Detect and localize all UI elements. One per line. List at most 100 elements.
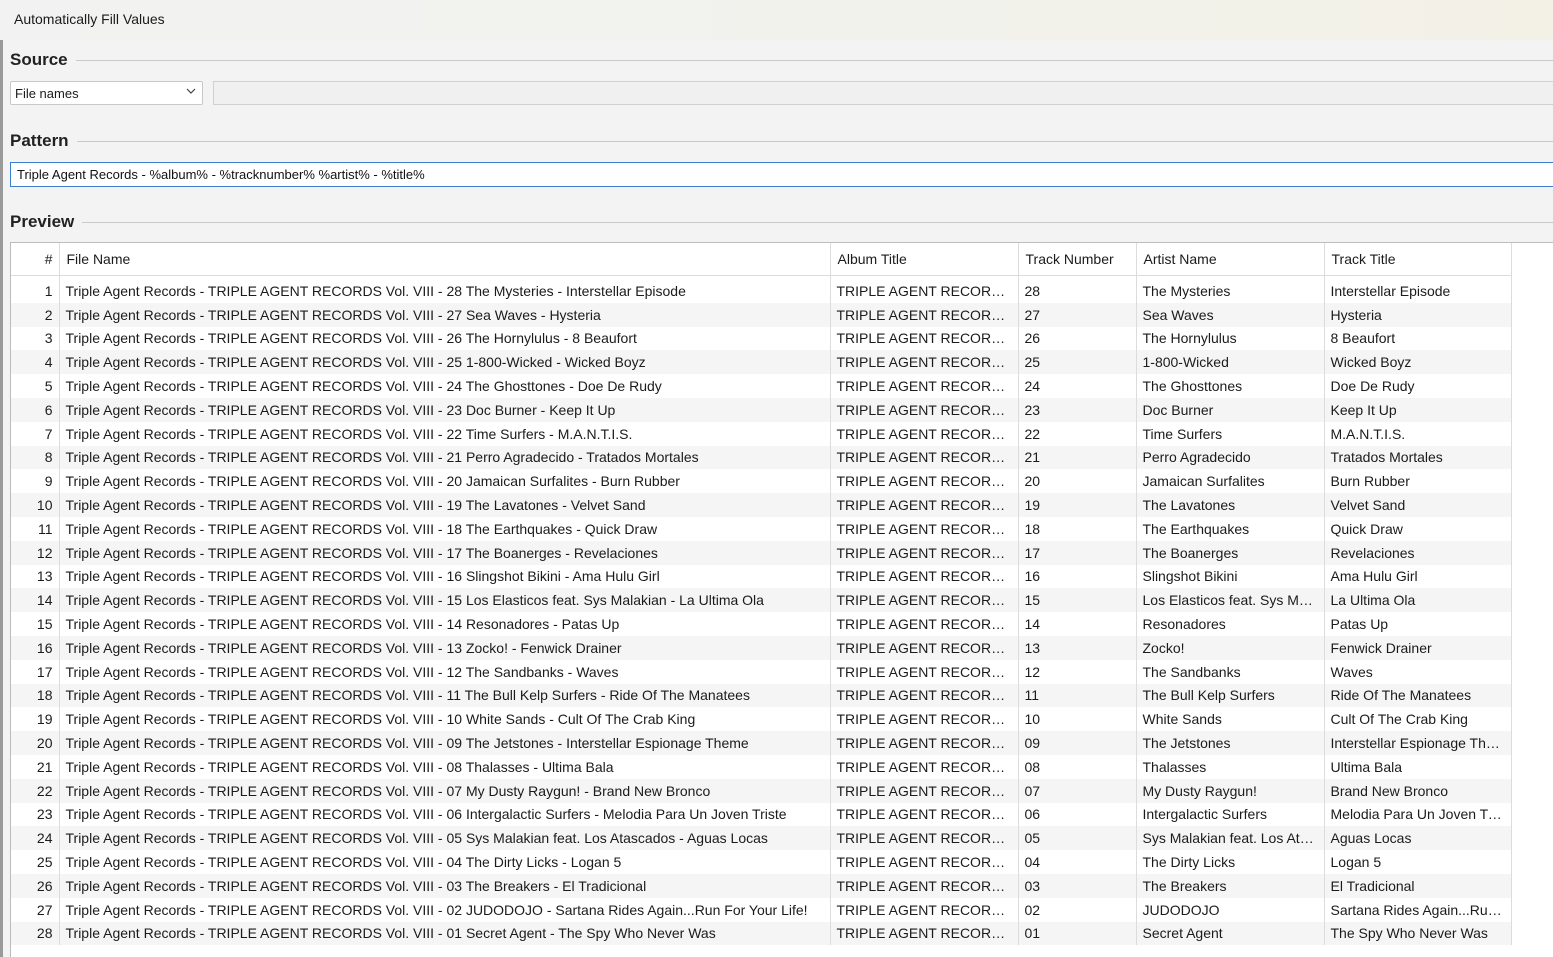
track-number-cell: 23 (1018, 397, 1137, 422)
table-row[interactable]: 26 Triple Agent Records - TRIPLE AGENT RE… (11, 873, 1512, 898)
file-name-cell: Triple Agent Records - TRIPLE AGENT RECO… (59, 921, 831, 946)
row-number-cell: 1 (11, 275, 60, 303)
album-title-cell: TRIPLE AGENT RECORDS Vol. VIII (830, 635, 1019, 660)
track-title-cell: Burn Rubber (1324, 469, 1512, 494)
column-header-track-title[interactable]: Track Title (1324, 243, 1512, 276)
file-name-cell: Triple Agent Records - TRIPLE AGENT RECO… (59, 826, 831, 851)
table-row[interactable]: 12 Triple Agent Records - TRIPLE AGENT RE… (11, 540, 1512, 565)
track-number-cell: 07 (1018, 778, 1137, 803)
row-number-cell: 22 (11, 778, 60, 803)
table-row[interactable]: 16 Triple Agent Records - TRIPLE AGENT RE… (11, 635, 1512, 660)
table-row[interactable]: 18 Triple Agent Records - TRIPLE AGENT RE… (11, 683, 1512, 708)
artist-name-cell: Resonadores (1136, 612, 1325, 636)
row-number-cell: 21 (11, 754, 60, 779)
source-field[interactable] (213, 81, 1553, 105)
table-row[interactable]: 15 Triple Agent Records - TRIPLE AGENT RE… (11, 612, 1512, 636)
row-number-cell: 15 (11, 612, 60, 636)
track-title-cell: Interstellar Espionage Theme (1324, 731, 1512, 755)
row-number-cell: 18 (11, 683, 60, 708)
window-title: Automatically Fill Values (14, 11, 165, 27)
table-row[interactable]: 1 Triple Agent Records - TRIPLE AGENT REC… (11, 275, 1512, 303)
file-name-cell: Triple Agent Records - TRIPLE AGENT RECO… (59, 350, 831, 375)
column-header-album-title[interactable]: Album Title (830, 243, 1019, 276)
file-name-cell: Triple Agent Records - TRIPLE AGENT RECO… (59, 397, 831, 422)
table-row[interactable]: 22 Triple Agent Records - TRIPLE AGENT RE… (11, 778, 1512, 803)
column-header-artist-name[interactable]: Artist Name (1136, 243, 1325, 276)
table-row[interactable]: 11 Triple Agent Records - TRIPLE AGENT RE… (11, 516, 1512, 541)
table-row[interactable]: 2 Triple Agent Records - TRIPLE AGENT REC… (11, 302, 1512, 327)
window-left-edge (0, 0, 3, 957)
table-row[interactable]: 13 Triple Agent Records - TRIPLE AGENT RE… (11, 564, 1512, 589)
column-header-file-name[interactable]: File Name (59, 243, 831, 276)
track-title-cell: Brand New Bronco (1324, 778, 1512, 803)
track-title-cell: Waves (1324, 659, 1512, 684)
source-divider (10, 60, 1553, 61)
table-row[interactable]: 4 Triple Agent Records - TRIPLE AGENT REC… (11, 350, 1512, 375)
row-number-cell: 4 (11, 350, 60, 375)
pattern-divider (10, 141, 1553, 142)
album-title-cell: TRIPLE AGENT RECORDS Vol. VIII (830, 707, 1019, 732)
track-number-cell: 19 (1018, 493, 1137, 517)
artist-name-cell: Time Surfers (1136, 421, 1325, 446)
table-row[interactable]: 20 Triple Agent Records - TRIPLE AGENT RE… (11, 731, 1512, 755)
row-number-cell: 27 (11, 897, 60, 922)
table-row[interactable]: 3 Triple Agent Records - TRIPLE AGENT REC… (11, 326, 1512, 351)
table-row[interactable]: 24 Triple Agent Records - TRIPLE AGENT RE… (11, 826, 1512, 851)
file-name-cell: Triple Agent Records - TRIPLE AGENT RECO… (59, 564, 831, 589)
column-header-track-number[interactable]: Track Number (1018, 243, 1137, 276)
table-row[interactable]: 17 Triple Agent Records - TRIPLE AGENT RE… (11, 659, 1512, 684)
table-row[interactable]: 7 Triple Agent Records - TRIPLE AGENT REC… (11, 421, 1512, 446)
table-row[interactable]: 6 Triple Agent Records - TRIPLE AGENT REC… (11, 397, 1512, 422)
album-title-cell: TRIPLE AGENT RECORDS Vol. VIII (830, 275, 1019, 303)
artist-name-cell: The Bull Kelp Surfers (1136, 683, 1325, 708)
table-row[interactable]: 14 Triple Agent Records - TRIPLE AGENT RE… (11, 588, 1512, 613)
table-row[interactable]: 19 Triple Agent Records - TRIPLE AGENT RE… (11, 707, 1512, 732)
file-name-cell: Triple Agent Records - TRIPLE AGENT RECO… (59, 802, 831, 827)
track-number-cell: 10 (1018, 707, 1137, 732)
preview-table[interactable]: # File Name Album Title Track Number Art… (10, 242, 1553, 957)
row-number-cell: 13 (11, 564, 60, 589)
table-row[interactable]: 8 Triple Agent Records - TRIPLE AGENT REC… (11, 445, 1512, 470)
file-name-cell: Triple Agent Records - TRIPLE AGENT RECO… (59, 778, 831, 803)
track-title-cell: Interstellar Episode (1324, 275, 1512, 303)
file-name-cell: Triple Agent Records - TRIPLE AGENT RECO… (59, 754, 831, 779)
preview-heading: Preview (10, 212, 83, 232)
file-name-cell: Triple Agent Records - TRIPLE AGENT RECO… (59, 873, 831, 898)
track-title-cell: Wicked Boyz (1324, 350, 1512, 375)
artist-name-cell: Sea Waves (1136, 302, 1325, 327)
file-name-cell: Triple Agent Records - TRIPLE AGENT RECO… (59, 540, 831, 565)
table-row[interactable]: 25 Triple Agent Records - TRIPLE AGENT RE… (11, 850, 1512, 874)
album-title-cell: TRIPLE AGENT RECORDS Vol. VIII (830, 897, 1019, 922)
file-name-cell: Triple Agent Records - TRIPLE AGENT RECO… (59, 516, 831, 541)
track-number-cell: 28 (1018, 275, 1137, 303)
table-row[interactable]: 5 Triple Agent Records - TRIPLE AGENT REC… (11, 374, 1512, 398)
table-row[interactable]: 23 Triple Agent Records - TRIPLE AGENT RE… (11, 802, 1512, 827)
table-row[interactable]: 9 Triple Agent Records - TRIPLE AGENT REC… (11, 469, 1512, 494)
source-dropdown[interactable]: File names (10, 81, 203, 105)
album-title-cell: TRIPLE AGENT RECORDS Vol. VIII (830, 778, 1019, 803)
row-number-cell: 17 (11, 659, 60, 684)
track-number-cell: 18 (1018, 516, 1137, 541)
title-bar: Automatically Fill Values (0, 0, 1553, 40)
track-number-cell: 01 (1018, 921, 1137, 946)
table-row[interactable]: 27 Triple Agent Records - TRIPLE AGENT RE… (11, 897, 1512, 922)
album-title-cell: TRIPLE AGENT RECORDS Vol. VIII (830, 731, 1019, 755)
track-number-cell: 22 (1018, 421, 1137, 446)
table-row[interactable]: 28 Triple Agent Records - TRIPLE AGENT RE… (11, 921, 1512, 946)
track-number-cell: 15 (1018, 588, 1137, 613)
column-header-number[interactable]: # (11, 243, 60, 276)
track-title-cell: Patas Up (1324, 612, 1512, 636)
table-row[interactable]: 21 Triple Agent Records - TRIPLE AGENT RE… (11, 754, 1512, 779)
track-title-cell: Quick Draw (1324, 516, 1512, 541)
track-number-cell: 25 (1018, 350, 1137, 375)
table-row[interactable]: 10 Triple Agent Records - TRIPLE AGENT RE… (11, 493, 1512, 517)
album-title-cell: TRIPLE AGENT RECORDS Vol. VIII (830, 540, 1019, 565)
file-name-cell: Triple Agent Records - TRIPLE AGENT RECO… (59, 469, 831, 494)
file-name-cell: Triple Agent Records - TRIPLE AGENT RECO… (59, 326, 831, 351)
artist-name-cell: The Earthquakes (1136, 516, 1325, 541)
track-title-cell: Hysteria (1324, 302, 1512, 327)
artist-name-cell: Zocko! (1136, 635, 1325, 660)
track-title-cell: Keep It Up (1324, 397, 1512, 422)
file-name-cell: Triple Agent Records - TRIPLE AGENT RECO… (59, 588, 831, 613)
pattern-input[interactable] (10, 162, 1553, 187)
